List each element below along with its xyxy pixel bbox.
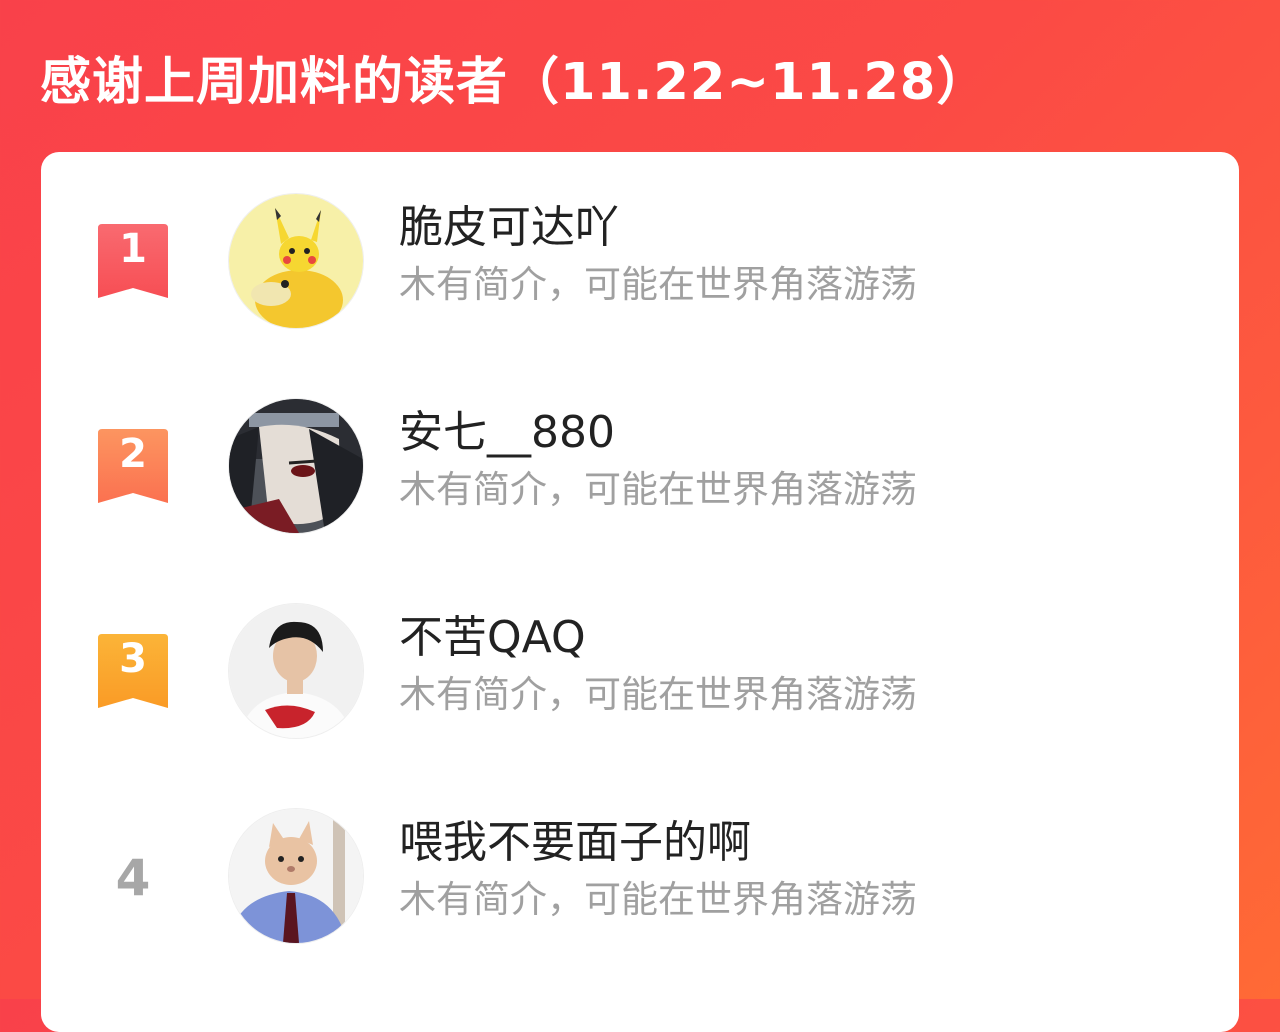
- avatar[interactable]: [229, 604, 363, 738]
- cat-mask-avatar-icon: [229, 809, 363, 943]
- reader-bio: 木有简介，可能在世界角落游荡: [399, 878, 917, 921]
- avatar[interactable]: [229, 194, 363, 328]
- reader-bio: 木有简介，可能在世界角落游荡: [399, 468, 917, 511]
- page-title: 感谢上周加料的读者（11.22~11.28）: [40, 53, 989, 112]
- reader-list-card: 1 脆皮可达吖 木有简介，可能在世界角落游荡 2 安七__880 木有简介，可能…: [41, 152, 1239, 1032]
- rank-number: 1: [119, 226, 147, 272]
- rank-badge-icon: 1: [98, 224, 168, 298]
- reader-row-2[interactable]: 2 安七__880 木有简介，可能在世界角落游荡: [41, 395, 1239, 545]
- reader-row-4[interactable]: 4 喂我不要面子的啊 木有简介，可能在世界角落游荡: [41, 805, 1239, 955]
- boy-portrait-avatar-icon: [229, 604, 363, 738]
- anime-ninja-avatar-icon: [229, 399, 363, 533]
- reader-name: 安七__880: [399, 407, 615, 458]
- reader-bio: 木有简介，可能在世界角落游荡: [399, 673, 917, 716]
- reader-bio: 木有简介，可能在世界角落游荡: [399, 263, 917, 306]
- reader-name: 不苦QAQ: [399, 612, 586, 663]
- rank-badge-icon: 2: [98, 429, 168, 503]
- avatar[interactable]: [229, 399, 363, 533]
- rank-number: 3: [119, 636, 147, 682]
- avatar[interactable]: [229, 809, 363, 943]
- rank-number: 2: [119, 431, 147, 477]
- reader-name: 喂我不要面子的啊: [399, 817, 751, 868]
- reader-row-1[interactable]: 1 脆皮可达吖 木有简介，可能在世界角落游荡: [41, 190, 1239, 340]
- pikachu-psyduck-avatar-icon: [229, 194, 363, 328]
- reader-name: 脆皮可达吖: [399, 202, 619, 253]
- rank-number: 4: [115, 849, 151, 907]
- reader-row-3[interactable]: 3 不苦QAQ 木有简介，可能在世界角落游荡: [41, 600, 1239, 750]
- rank-badge-icon: 3: [98, 634, 168, 708]
